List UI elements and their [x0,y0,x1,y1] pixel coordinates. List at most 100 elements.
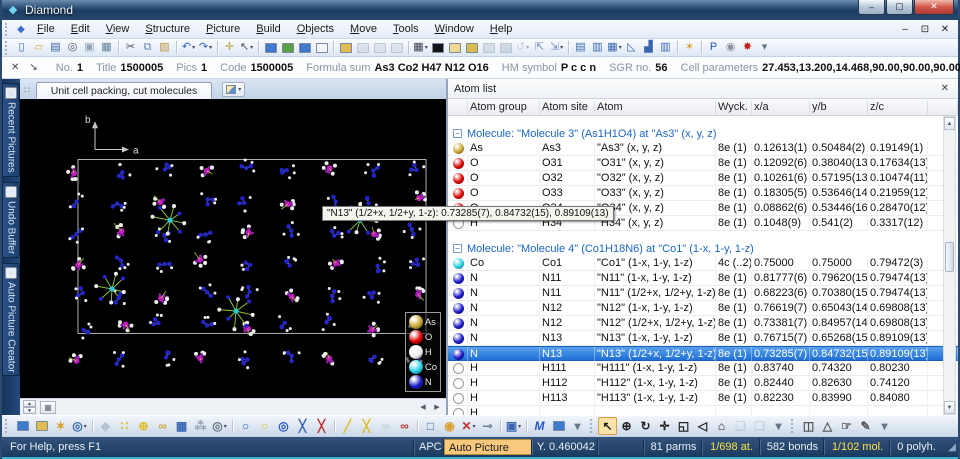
zoom-picture-icon[interactable]: ◎▾ [70,417,89,435]
new-picture-icon[interactable] [446,40,463,56]
rotate-mode-icon[interactable]: ↻ [636,417,655,435]
home-view-icon[interactable]: ⌂ [712,417,731,435]
atom-row[interactable]: HH112"H112" (1-x, 1-y, 1-z)8e (1)0.82440… [448,376,958,391]
atom-row[interactable]: OO33"O33" (x, y, z)8e (1)0.18305(5)0.536… [448,186,958,201]
new-picture-button[interactable]: ▾ [222,82,245,97]
info-close-icon[interactable]: ✕ [6,62,24,73]
mdi-restore-button[interactable]: ⊡ [918,24,932,35]
menu-item-help[interactable]: Help [482,21,521,37]
history-icon[interactable]: ↺▾ [514,40,531,56]
atom-row[interactable]: CoCo1"Co1" (1-x, 1-y, 1-z)4c (..2)0.7500… [448,256,958,271]
ring-white-icon[interactable]: ∞ [376,417,395,435]
next-view-icon[interactable]: ❏ [750,417,769,435]
atom-row[interactable]: OO31"O31" (x, y, z)8e (1)0.12092(6)0.380… [448,156,958,171]
triangle-tool-icon[interactable]: △ [818,417,837,435]
atom-row[interactable]: AsAs3"As3" (x, y, z)8e (1)0.12613(1)0.50… [448,141,958,156]
menu-item-tools[interactable]: Tools [385,21,427,37]
menu-item-edit[interactable]: Edit [63,21,98,37]
atom-row[interactable]: NN11"N11" (1/2+x, 1/2+y, 1-z)8e (1)0.682… [448,286,958,301]
rings-stack-icon[interactable]: ◎ [274,417,293,435]
picture-rotate-icon[interactable] [296,40,313,56]
find-icon[interactable]: ◎ [64,40,81,56]
menu-item-file[interactable]: File [29,21,63,37]
atom-row[interactable]: NN12"N12" (1-x, 1-y, 1-z)8e (1)0.76619(7… [448,301,958,316]
scroll-right-icon[interactable]: ▶ [430,401,444,414]
atom-table-header[interactable]: Atom groupAtom siteAtomWyck.x/ay/bz/c [448,99,958,116]
render-scene-icon[interactable] [429,40,446,56]
picture-globe-icon[interactable] [549,417,568,435]
column-header-x-a[interactable]: x/a [752,101,810,114]
picture-frame-icon[interactable] [13,417,32,435]
sidebar-tab-recent-pictures[interactable]: ▦Recent Pictures [2,83,20,177]
column-header-atom-site[interactable]: Atom site [540,101,595,114]
draw-tool-icon[interactable]: ✎ [856,417,875,435]
pan-mode-icon[interactable]: ✛ [221,40,238,56]
center-mode-icon[interactable]: ⊕ [617,417,636,435]
copy-icon[interactable]: ⧉ [139,40,156,56]
cut-icon[interactable]: ✂ [122,40,139,56]
close-button[interactable]: ✕ [914,0,954,15]
toolbar-grip[interactable] [590,419,595,433]
column-header-atom[interactable]: Atom [595,101,716,114]
polyhedron-icon[interactable]: ◆ [96,417,115,435]
bond-x-icon[interactable]: ╳ [357,417,376,435]
toolbar-overflow-icon[interactable]: ▾ [756,40,773,56]
move-mode-icon[interactable]: ✛ [655,417,674,435]
atom-row[interactable]: NN13"N13" (1-x, 1-y, 1-z)8e (1)0.76715(7… [448,331,958,346]
picture-lock-icon[interactable] [497,40,514,56]
column-header-z-c[interactable]: z/c [868,101,928,114]
ring-red-icon[interactable]: ∞ [395,417,414,435]
redo-icon[interactable]: ↷▾ [197,40,214,56]
table-new-icon[interactable] [337,40,354,56]
grid-options-icon[interactable]: ▦▾ [412,40,429,56]
info-apply-icon[interactable]: ↘ [24,62,42,73]
scroll-left-icon[interactable]: ◀ [416,401,430,414]
toolbar-grip[interactable] [791,419,796,433]
mdi-minimize-button[interactable]: – [898,24,912,35]
toolbar-overflow4-icon[interactable]: ▾ [875,417,894,435]
print-preview-icon[interactable]: ▣ [81,40,98,56]
cell-content-icon[interactable]: ◉ [440,417,459,435]
paste-icon[interactable]: ▨ [156,40,173,56]
picture-add2-icon[interactable] [32,417,51,435]
collapse-icon[interactable]: − [453,244,462,253]
menu-item-view[interactable]: View [98,21,138,37]
atom-list-scrollbar[interactable]: ▲ ▼ [943,116,956,415]
select-mode-icon[interactable]: ↖▾ [238,40,255,56]
powder-diagram-icon[interactable]: ◫ [799,417,818,435]
atom-row[interactable]: OO32"O32" (x, y, z)8e (1)0.10261(6)0.571… [448,171,958,186]
scrollbar-thumb[interactable] [945,242,954,272]
atom-row[interactable]: NN11"N11" (1-x, 1-y, 1-z)8e (1)0.81777(6… [448,271,958,286]
pointer-mode-icon[interactable]: ↖ [598,417,617,435]
table-edit-icon[interactable] [371,40,388,56]
picture-add-icon[interactable] [463,40,480,56]
molecule-group-header[interactable]: −Molecule: "Molecule 3" (As1H1O4) at "As… [448,126,958,141]
sidebar-tab-undo-buffer[interactable]: ↺Undo Buffer [2,182,20,258]
document-tab-active[interactable]: Unit cell packing, cut molecules [36,82,212,99]
minimize-button[interactable]: – [858,0,885,15]
video-track-icon[interactable]: ✸ [739,40,756,56]
grid-toggle-icon[interactable]: ▦ [40,401,56,414]
cluster-icon[interactable]: ⁂ [191,417,210,435]
wizard-icon[interactable]: ✶ [681,40,698,56]
net-blue-icon[interactable]: ╳ [293,417,312,435]
frame-spinner[interactable]: ▲▼ [23,400,36,414]
picture-refresh-icon[interactable] [279,40,296,56]
ring-blue-icon[interactable]: ○ [236,417,255,435]
unit-cell-box-icon[interactable]: □ [421,417,440,435]
diagram-delta-icon[interactable]: ◺ [623,40,640,56]
maximize-button[interactable]: ▢ [886,0,913,15]
touch-mode-icon[interactable]: ☞ [837,417,856,435]
atom-row[interactable]: NN13"N13" (1/2+x, 1/2+y, 1-z)8e (1)0.732… [448,346,958,361]
scroll-down-icon[interactable]: ▼ [944,401,955,414]
diagram-histogram-icon[interactable]: ▟ [640,40,657,56]
ring-yellow-icon[interactable]: ○ [255,417,274,435]
panel-close-icon[interactable]: ✕ [938,83,952,94]
resize-grip-icon[interactable]: ◢ [942,442,958,453]
open-folder-icon[interactable]: ▱ [30,40,47,56]
column-header-wyck-[interactable]: Wyck. [716,101,752,114]
add-molecules-icon[interactable]: ∷ [115,417,134,435]
coordination-icon[interactable]: ⊸ [478,417,497,435]
toolbar-overflow2-icon[interactable]: ▾ [568,417,587,435]
atom-row[interactable]: NN12"N12" (1/2+x, 1/2+y, 1-z)8e (1)0.733… [448,316,958,331]
